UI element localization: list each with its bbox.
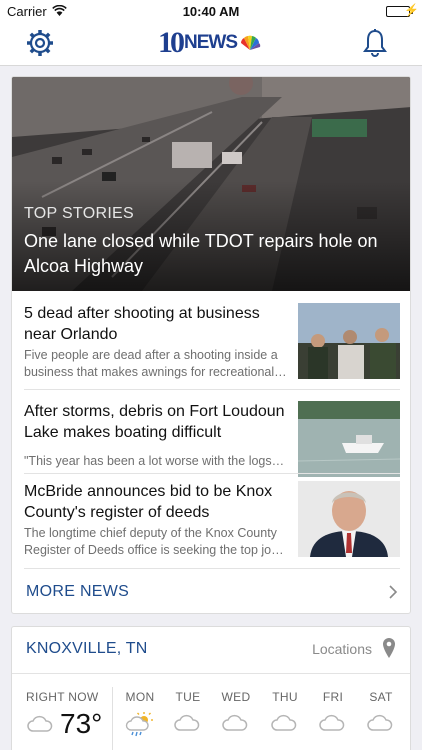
story-snippet: Five people are dead after a shooting in… [24,348,287,379]
top-story-hero[interactable]: TOP STORIES One lane closed while TDOT r… [12,77,410,291]
forecast-day: WED [221,690,251,704]
forecast-day: THU [272,690,298,704]
forecast-day: MON [125,690,155,704]
divider [12,673,410,674]
cloud-icon [222,714,248,731]
story-thumbnail [298,401,400,477]
forecast-day: SAT [369,690,393,704]
cloud-icon [174,714,200,731]
story-title[interactable]: After storms, debris on Fort Loudoun Lak… [24,401,294,443]
10news-logo: 10 NEWS [158,26,261,59]
story-title[interactable]: 5 dead after shooting at business near O… [24,303,294,345]
more-news-link[interactable]: MORE NEWS [12,569,410,613]
divider [112,687,113,750]
divider [24,389,400,390]
cloud-icon [367,714,393,731]
logo-word: NEWS [184,32,238,53]
forecast-day: TUE [175,690,201,704]
more-news-label: MORE NEWS [26,583,130,600]
location-pin-icon[interactable] [382,637,396,659]
list-item[interactable]: McBride announces bid to be Knox County'… [24,481,400,561]
news-card: TOP STORIES One lane closed while TDOT r… [11,76,411,614]
current-temperature: 73° [60,708,103,739]
bell-icon[interactable] [363,28,387,58]
peacock-icon [241,35,261,50]
story-snippet: The longtime chief deputy of the Knox Co… [24,526,284,557]
logo-number: 10 [158,26,185,59]
weather-card: KNOXVILLE, TN Locations RIGHT NOW 73° MO… [11,626,411,750]
chevron-right-icon [389,585,398,599]
weather-city: KNOXVILLE, TN [26,640,148,657]
story-snippet: "This year has been a lot worse with the… [24,454,285,468]
cloud-icon [319,714,345,731]
right-now-label: RIGHT NOW [26,690,99,704]
top-story-headline[interactable]: One lane closed while TDOT repairs hole … [24,229,404,279]
sun-rain-icon [125,712,153,737]
list-item[interactable]: 5 dead after shooting at business near O… [24,303,400,383]
charging-bolt-icon: ⚡ [404,3,419,17]
status-bar: Carrier 10:40 AM ⚡ [0,0,422,22]
cloud-icon [271,714,297,731]
story-title[interactable]: McBride announces bid to be Knox County'… [24,481,294,523]
story-thumbnail [298,303,400,379]
gear-icon[interactable] [25,28,55,58]
top-stories-label: TOP STORIES [24,205,135,222]
cloud-icon [27,715,53,732]
divider [24,473,400,474]
list-item[interactable]: After storms, debris on Fort Loudoun Lak… [24,401,400,477]
locations-button[interactable]: Locations [312,641,372,657]
forecast-day: FRI [322,690,344,704]
clock: 10:40 AM [182,4,240,19]
nav-bar: 10 NEWS [0,22,422,66]
story-thumbnail [298,481,400,557]
